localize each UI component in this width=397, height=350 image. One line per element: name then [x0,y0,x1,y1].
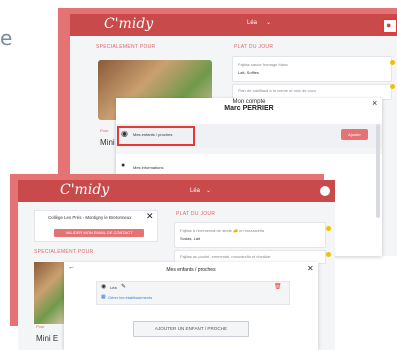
edit-icon[interactable]: ✎ [121,283,126,290]
user-circle-icon: ◉ [121,129,128,138]
modal-scrollbar[interactable] [376,124,380,218]
top-right-card-1-line1: Fajitas sauce fromage blanc [238,62,289,67]
top-card-tag: Pour [100,128,109,133]
bottom-right-card-2-line1: Fajitas au poulet, emmental, mozzarella … [180,254,271,259]
menu-item-children-label: Mes enfants / proches [133,132,173,137]
bottom-card-label: Mini E [36,334,59,343]
account-button[interactable] [320,186,330,196]
chevron-down-icon[interactable]: ⌄ [206,187,211,194]
account-button[interactable]: ● [382,18,397,34]
bottom-app-logo[interactable]: C'midy [60,182,109,198]
bottom-right-card-1-line2: Sodas, Lait [180,236,201,241]
children-modal-title: Mes enfants / proches [166,267,216,273]
close-icon[interactable]: ✕ [146,211,154,222]
validate-email-button[interactable]: VALIDER MON EMAIL DE CONTACT [54,229,144,237]
edge-caption-text: e [0,26,13,50]
chevron-down-icon[interactable]: ⌄ [266,19,271,26]
trash-icon[interactable]: 🗑 [274,283,282,290]
bottom-right-card-1-line1: Fajitas à l'emmental de dinde 🧀 en mozza… [180,228,265,233]
top-right-card-1-line2: Lait, Soffies [238,70,259,75]
top-section-left-title: SPECIALEMENT POUR [96,44,156,50]
bottom-user-selector[interactable]: Léa [190,188,200,194]
top-right-card-2-line1: Flan de cabillaud à la crème et noix de … [238,88,317,93]
divider [116,148,382,154]
child-name: Léa [110,285,117,290]
bottom-section-left-title: SPECIALEMENT POUR [34,249,94,255]
status-dot [390,60,395,65]
status-dot [326,252,331,257]
top-app-logo[interactable]: C'midy [104,16,153,32]
bottom-section-right-title: PLAT DU JOUR [176,211,216,217]
status-dot [390,84,395,89]
add-child-button[interactable]: AJOUTER UN ENFANT / PROCHE [133,321,249,337]
top-user-selector[interactable]: Léa [247,20,257,26]
bottom-meal-image[interactable] [34,262,64,324]
account-modal-name: Marc PERRIER [224,105,274,112]
close-icon[interactable]: ✕ [307,264,314,273]
building-icon: ▦ [101,294,106,300]
close-icon[interactable]: × [372,98,377,108]
bottom-right-card-1[interactable] [174,222,326,248]
bottom-card-tag: Pour [36,324,45,329]
status-dot [326,226,331,231]
manage-schools-link[interactable]: Gérer les établissements [108,295,152,300]
user-circle-icon: ◉ [101,284,107,290]
school-name: Collège Les Prés - Montigny le Bretonneu… [48,215,132,220]
menu-item-info-label[interactable]: Mes informations [133,165,163,170]
top-right-card-1[interactable] [232,56,392,82]
top-section-right-title: PLAT DU JOUR [234,44,274,50]
user-icon: ● [386,20,392,30]
add-button[interactable]: Ajouter [341,129,368,140]
info-icon: ● [121,162,126,169]
